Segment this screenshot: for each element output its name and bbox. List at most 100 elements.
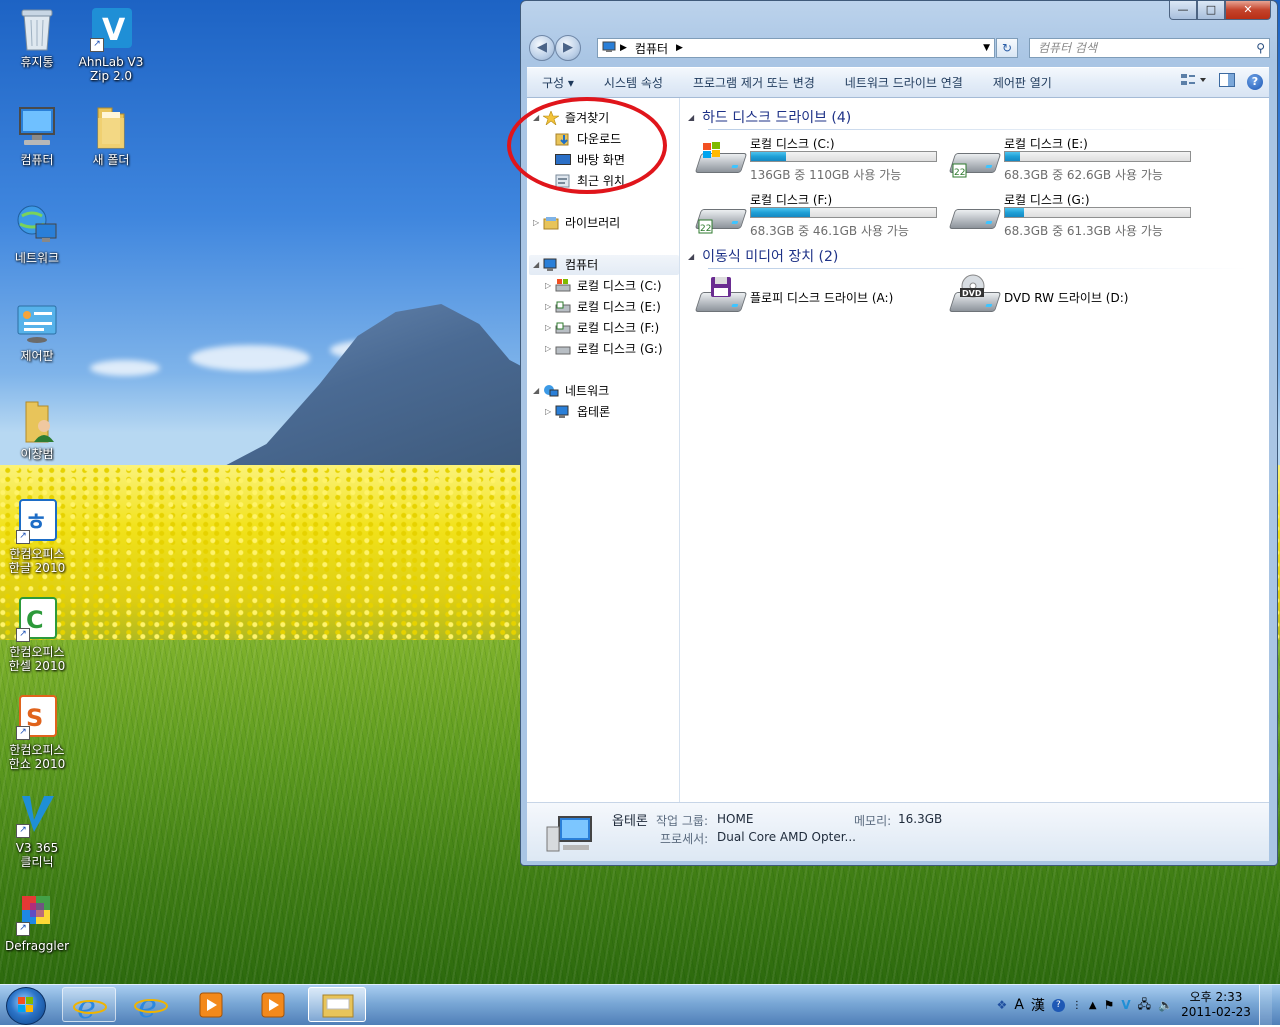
map-network-drive-button[interactable]: 네트워크 드라이브 연결 — [830, 74, 978, 91]
v3-tray-icon[interactable]: V — [1121, 998, 1130, 1012]
drive-tile-floppy[interactable]: 플로피 디스크 드라이브 (A:) — [694, 276, 946, 326]
desktop-icon-ahnlab-v3-zip[interactable]: V ↗ AhnLab V3 Zip 2.0 — [74, 6, 148, 83]
taskbar-windows-explorer[interactable] — [308, 987, 366, 1022]
drive-free-space: 68.3GB 중 61.3GB 사용 가능 — [1004, 224, 1163, 238]
network-tray-icon[interactable]: 🖧 — [1138, 995, 1151, 1016]
group-hard-disks-label: 하드 디스크 드라이브 (4) — [702, 110, 852, 126]
nav-drive-g[interactable]: ▷ 로컬 디스크 (G:) — [545, 339, 663, 359]
organize-button[interactable]: 구성 ▾ — [527, 74, 589, 91]
desktop-icon-hancom-hanshow[interactable]: S ↗ 한컴오피스 한쇼 2010 — [0, 694, 74, 771]
collapse-arrow-icon[interactable]: ▷ — [533, 213, 543, 233]
drive-tile-f[interactable]: 22 로컬 디스크 (F:) 68.3GB 중 46.1GB 사용 가능 — [694, 191, 946, 241]
desktop-icon-hancom-hancell[interactable]: C ↗ 한컴오피스 한셀 2010 — [0, 596, 74, 673]
change-view-icon[interactable] — [1181, 73, 1207, 90]
nav-network-pc[interactable]: ▷ 옵테론 — [545, 402, 610, 422]
ime-help-icon[interactable]: ? — [1051, 998, 1065, 1012]
ime-options-icon[interactable]: ⋮ — [1072, 1000, 1082, 1011]
drive-tile-e[interactable]: 22 로컬 디스크 (E:) 68.3GB 중 62.6GB 사용 가능 — [948, 135, 1200, 185]
taskbar-internet-explorer[interactable]: e — [62, 987, 116, 1026]
chevron-down-icon[interactable]: ▼ — [983, 43, 990, 53]
desktop-icon-defraggler[interactable]: ↗ Defraggler — [0, 890, 74, 953]
uninstall-program-button[interactable]: 프로그램 제거 또는 변경 — [678, 74, 830, 91]
group-removable[interactable]: ◢ 이동식 미디어 장치 (2) — [688, 246, 1248, 269]
collapse-arrow-icon[interactable]: ◢ — [688, 252, 694, 261]
nav-libraries[interactable]: ▷ 라이브러리 — [533, 213, 620, 233]
usage-bar-fill — [1005, 152, 1020, 161]
drive-tile-c[interactable]: 로컬 디스크 (C:) 136GB 중 110GB 사용 가능 — [694, 135, 946, 185]
clock-date: 2011-02-23 — [1181, 1005, 1251, 1019]
internet-explorer-icon: e — [134, 987, 168, 1025]
chevron-right-icon[interactable]: ▶ — [620, 43, 627, 53]
minimize-button[interactable]: — — [1169, 1, 1197, 20]
address-bar[interactable]: ▶ 컴퓨터 ▶ ▼ ↻ — [597, 38, 1018, 58]
chevron-right-icon[interactable]: ▶ — [676, 43, 683, 53]
taskbar-internet-explorer-2[interactable]: e — [124, 987, 178, 1025]
group-divider — [708, 129, 1248, 130]
clock[interactable]: 오후 2:33 2011-02-23 — [1180, 990, 1252, 1020]
volume-icon[interactable]: 🔈 — [1158, 998, 1173, 1012]
desktop-icon-label: 한컴오피스 한셀 2010 — [8, 645, 66, 673]
desktop-icon-v3-365-clinic[interactable]: ↗ V3 365 클리닉 — [0, 792, 74, 869]
drive-free-space: 136GB 중 110GB 사용 가능 — [750, 168, 902, 182]
ime-lang-a[interactable]: A — [1014, 997, 1024, 1013]
help-icon[interactable]: ? — [1247, 73, 1263, 90]
collapse-arrow-icon[interactable]: ▷ — [545, 402, 555, 422]
nav-drive-f[interactable]: ▷ 로컬 디스크 (F:) — [545, 318, 659, 338]
desktop-icon-computer[interactable]: 컴퓨터 — [0, 104, 74, 167]
group-hard-disks[interactable]: ◢ 하드 디스크 드라이브 (4) — [688, 107, 1248, 130]
collapse-arrow-icon[interactable]: ▷ — [545, 318, 555, 338]
forward-button[interactable]: ▶ — [555, 35, 581, 61]
collapse-arrow-icon[interactable]: ▷ — [545, 297, 555, 317]
collapse-arrow-icon[interactable]: ◢ — [688, 113, 694, 122]
dvd-drive-icon: DVD — [948, 274, 1002, 312]
refresh-button[interactable]: ↻ — [996, 38, 1018, 58]
desktop-icon-control-panel[interactable]: 제어판 — [0, 300, 74, 363]
collapse-arrow-icon[interactable]: ▷ — [545, 276, 555, 296]
drive-free-space: 68.3GB 중 62.6GB 사용 가능 — [1004, 168, 1163, 182]
drive-tile-g[interactable]: 로컬 디스크 (G:) 68.3GB 중 61.3GB 사용 가능 — [948, 191, 1200, 241]
nav-network[interactable]: ◢ 네트워크 — [533, 381, 609, 401]
action-center-flag-icon[interactable]: ⚑ — [1104, 998, 1115, 1012]
expand-arrow-icon[interactable]: ◢ — [533, 381, 543, 401]
preview-pane-icon[interactable] — [1219, 73, 1235, 90]
desktop-icon-user-folder[interactable]: 이창범 — [0, 398, 74, 461]
start-button[interactable] — [6, 987, 46, 1025]
drive-icon: 22 — [694, 203, 748, 234]
internet-explorer-icon: e — [73, 988, 107, 1026]
computer-icon — [555, 405, 571, 419]
desktop-icon-network[interactable]: 네트워크 — [0, 202, 74, 265]
desktop-icon-label: 휴지통 — [20, 55, 54, 69]
floppy-drive-icon — [694, 276, 748, 312]
show-desktop-button[interactable] — [1259, 985, 1272, 1025]
nav-drive-c[interactable]: ▷ 로컬 디스크 (C:) — [545, 276, 662, 296]
desktop-icon-label: 제어판 — [20, 349, 54, 363]
open-control-panel-button[interactable]: 제어판 열기 — [978, 74, 1067, 91]
close-button[interactable]: ✕ — [1225, 1, 1271, 20]
collapse-arrow-icon[interactable]: ▷ — [545, 339, 555, 359]
hancom-hangul-icon: ㅎ ↗ — [14, 498, 60, 544]
system-properties-button[interactable]: 시스템 속성 — [589, 74, 678, 91]
nav-computer[interactable]: ◢ 컴퓨터 — [529, 255, 679, 275]
show-hidden-icons[interactable]: ▲ — [1089, 1000, 1097, 1011]
ime-lang-han[interactable]: 漢 — [1031, 995, 1045, 1015]
ime-mode-icon[interactable]: ❖ — [997, 998, 1008, 1012]
taskbar-media-player-2[interactable] — [246, 987, 300, 1022]
expand-arrow-icon[interactable]: ◢ — [533, 255, 543, 275]
drive-tile-dvd[interactable]: DVD DVD RW 드라이브 (D:) — [948, 274, 1200, 326]
desktop-icon-new-folder[interactable]: 새 폴더 — [74, 104, 148, 167]
desktop-icon-hancom-hangul[interactable]: ㅎ ↗ 한컴오피스 한글 2010 — [0, 498, 74, 575]
maximize-button[interactable]: □ — [1197, 1, 1225, 20]
computer-icon — [602, 41, 616, 56]
desktop-icon-recycle-bin[interactable]: 휴지통 — [0, 6, 74, 69]
taskbar-media-player[interactable] — [184, 987, 238, 1022]
taskbar: e e ❖ A 漢 ? ⋮ ▲ ⚑ V 🖧 🔈 오후 2:33 2011-02-… — [0, 984, 1280, 1026]
details-pane: 옵테론 작업 그룹: HOME 메모리: 16.3GB 프로세서: Dual C… — [527, 802, 1269, 861]
nav-drive-e[interactable]: ▷ 로컬 디스크 (E:) — [545, 297, 661, 317]
back-button[interactable]: ◀ — [529, 35, 555, 61]
search-placeholder: 컴퓨터 검색 — [1038, 41, 1098, 55]
search-input[interactable]: 컴퓨터 검색 ⚲ — [1029, 38, 1270, 58]
shortcut-arrow-icon: ↗ — [16, 824, 30, 838]
computer-icon — [14, 104, 60, 150]
breadcrumb-computer[interactable]: 컴퓨터 — [635, 40, 668, 57]
view-controls: ? — [1181, 73, 1263, 90]
